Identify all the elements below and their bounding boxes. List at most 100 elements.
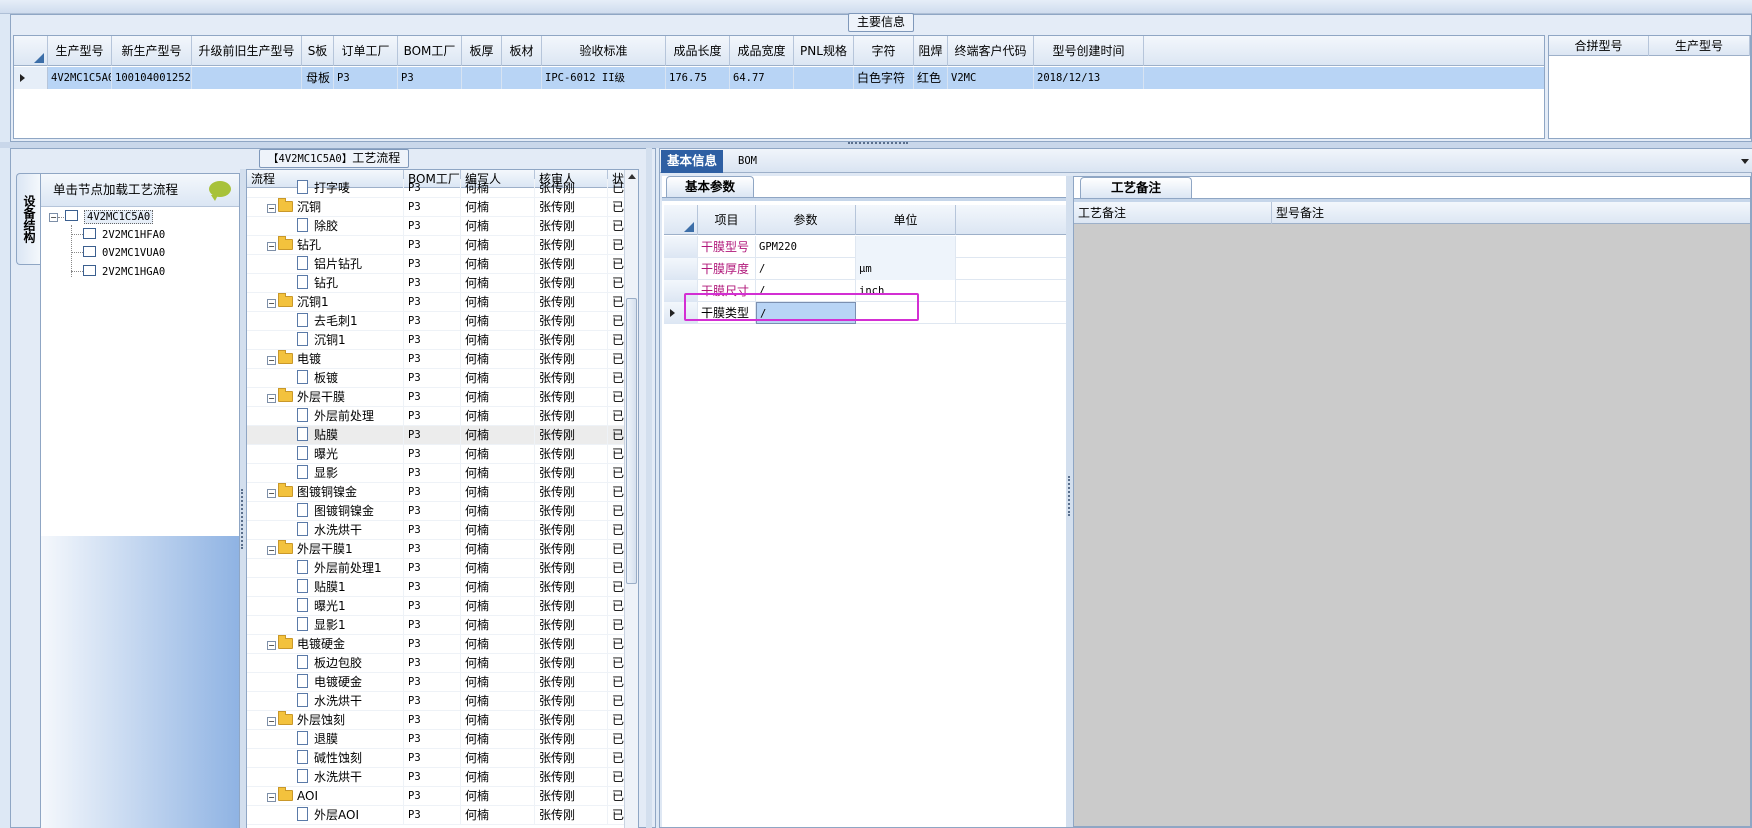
flow-bom-cell[interactable]: P3 [404, 217, 461, 236]
cell[interactable]: 4V2MC1C5A0 [48, 67, 112, 89]
flow-reviewer-cell[interactable]: 张传刚 [535, 559, 608, 578]
collapse-icon[interactable]: − [267, 546, 276, 555]
flow-name-cell[interactable]: 铝片钻孔 [247, 255, 404, 274]
collapse-icon[interactable]: − [267, 793, 276, 802]
flow-writer-cell[interactable]: 何楠 [461, 217, 535, 236]
flow-reviewer-cell[interactable]: 张传刚 [535, 787, 608, 806]
flow-row[interactable]: 去毛刺1P3何楠张传刚已审核 [247, 312, 638, 331]
col-header[interactable]: 订单工厂 [334, 36, 398, 66]
flow-bom-cell[interactable]: P3 [404, 635, 461, 654]
flow-row[interactable]: −电镀硬金P3何楠张传刚已审核 [247, 635, 638, 654]
flow-bom-cell[interactable]: P3 [404, 521, 461, 540]
flow-writer-cell[interactable]: 何楠 [461, 749, 535, 768]
flow-row[interactable]: 显影1P3何楠张传刚已审核 [247, 616, 638, 635]
flow-name-cell[interactable]: 打字唛 [247, 179, 404, 198]
flow-bom-cell[interactable]: P3 [404, 768, 461, 787]
flow-name-cell[interactable]: 显影 [247, 464, 404, 483]
flow-writer-cell[interactable]: 何楠 [461, 654, 535, 673]
checkbox-icon[interactable] [83, 246, 96, 257]
flow-writer-cell[interactable]: 何楠 [461, 521, 535, 540]
col-header[interactable]: 生产型号 [1649, 36, 1750, 56]
param-value-cell[interactable]: / [756, 258, 856, 280]
main-info-grid[interactable]: 生产型号 新生产型号 升级前旧生产型号 S板 订单工厂 BOM工厂 板厚 板材 … [13, 35, 1545, 139]
collapse-icon[interactable]: − [267, 641, 276, 650]
tree-node[interactable]: 2V2MC1HFA0 [83, 227, 165, 244]
flow-reviewer-cell[interactable]: 张传刚 [535, 768, 608, 787]
flow-writer-cell[interactable]: 何楠 [461, 407, 535, 426]
flow-reviewer-cell[interactable]: 张传刚 [535, 217, 608, 236]
flow-name-cell[interactable]: 贴膜1 [247, 578, 404, 597]
vertical-scrollbar[interactable] [624, 170, 638, 828]
flow-bom-cell[interactable]: P3 [404, 578, 461, 597]
flow-bom-cell[interactable]: P3 [404, 445, 461, 464]
flow-row[interactable]: 外层AOIP3何楠张传刚已审核 [247, 806, 638, 825]
collapse-icon[interactable]: − [267, 204, 276, 213]
flow-name-cell[interactable]: 水洗烘干 [247, 521, 404, 540]
flow-bom-cell[interactable]: P3 [404, 616, 461, 635]
flow-writer-cell[interactable]: 何楠 [461, 388, 535, 407]
tree-node-root[interactable]: 4V2MC1C5A0 [65, 209, 154, 226]
flow-bom-cell[interactable]: P3 [404, 749, 461, 768]
tab-bom[interactable]: BOM [738, 150, 757, 173]
flow-reviewer-cell[interactable]: 张传刚 [535, 521, 608, 540]
cell[interactable] [462, 67, 502, 89]
cell[interactable]: 10010400125299 [112, 67, 192, 89]
row-indicator[interactable] [14, 67, 48, 89]
flow-bom-cell[interactable]: P3 [404, 540, 461, 559]
flow-writer-cell[interactable]: 何楠 [461, 445, 535, 464]
tree-node[interactable]: 2V2MC1HGA0 [83, 264, 165, 281]
col-header[interactable]: 型号创建时间 [1034, 36, 1144, 66]
flow-writer-cell[interactable]: 何楠 [461, 426, 535, 445]
flow-reviewer-cell[interactable]: 张传刚 [535, 255, 608, 274]
flow-row[interactable]: 钻孔P3何楠张传刚已审核 [247, 274, 638, 293]
param-item-cell[interactable]: 干膜厚度 [698, 258, 756, 280]
flow-name-cell[interactable]: 曝光1 [247, 597, 404, 616]
flow-writer-cell[interactable]: 何楠 [461, 483, 535, 502]
collapse-icon[interactable]: − [267, 299, 276, 308]
col-header[interactable]: 阻焊 [914, 36, 948, 66]
flow-row[interactable]: 沉铜1P3何楠张传刚已审核 [247, 331, 638, 350]
flow-name-cell[interactable]: − 图镀铜镍金 [247, 483, 404, 502]
flow-row[interactable]: 退膜P3何楠张传刚已审核 [247, 730, 638, 749]
flow-reviewer-cell[interactable]: 张传刚 [535, 730, 608, 749]
flow-row[interactable]: 曝光1P3何楠张传刚已审核 [247, 597, 638, 616]
flow-writer-cell[interactable]: 何楠 [461, 673, 535, 692]
flow-reviewer-cell[interactable]: 张传刚 [535, 464, 608, 483]
cell[interactable] [502, 67, 542, 89]
col-header[interactable]: 单位 [856, 205, 956, 235]
dropdown-arrow-icon[interactable] [1741, 159, 1749, 164]
model-tree[interactable]: − 4V2MC1C5A0 2V2MC1HFA0 0V2MC1VUA0 2V2MC… [41, 206, 239, 536]
flow-row[interactable]: 碱性蚀刻P3何楠张传刚已审核 [247, 749, 638, 768]
cell[interactable]: V2MC [948, 67, 1034, 89]
flow-writer-cell[interactable]: 何楠 [461, 293, 535, 312]
col-header[interactable]: 终端客户代码 [948, 36, 1034, 66]
flow-row[interactable]: −沉铜1P3何楠张传刚已审核 [247, 293, 638, 312]
flow-reviewer-cell[interactable]: 张传刚 [535, 407, 608, 426]
flow-writer-cell[interactable]: 何楠 [461, 540, 535, 559]
table-row[interactable]: 4V2MC1C5A0 10010400125299 母板 P3 P3 IPC-6… [14, 67, 1544, 89]
flow-reviewer-cell[interactable]: 张传刚 [535, 331, 608, 350]
flow-name-cell[interactable]: 板镀 [247, 369, 404, 388]
flow-row[interactable]: −钻孔P3何楠张传刚已审核 [247, 236, 638, 255]
flow-bom-cell[interactable]: P3 [404, 654, 461, 673]
flow-reviewer-cell[interactable]: 张传刚 [535, 635, 608, 654]
cell[interactable]: P3 [398, 67, 462, 89]
cell[interactable]: 64.77 [730, 67, 794, 89]
flow-row[interactable]: 水洗烘干P3何楠张传刚已审核 [247, 768, 638, 787]
flow-name-cell[interactable]: 钻孔 [247, 274, 404, 293]
col-header[interactable]: PNL规格 [794, 36, 854, 66]
flow-name-cell[interactable]: − 沉铜1 [247, 293, 404, 312]
row-indicator[interactable] [664, 258, 698, 280]
flow-writer-cell[interactable]: 何楠 [461, 692, 535, 711]
flow-name-cell[interactable]: − AOI [247, 787, 404, 806]
flow-writer-cell[interactable]: 何楠 [461, 730, 535, 749]
flow-name-cell[interactable]: 外层AOI [247, 806, 404, 825]
col-header[interactable]: 字符 [854, 36, 914, 66]
flow-writer-cell[interactable]: 何楠 [461, 597, 535, 616]
flow-reviewer-cell[interactable]: 张传刚 [535, 654, 608, 673]
flow-reviewer-cell[interactable]: 张传刚 [535, 616, 608, 635]
flow-reviewer-cell[interactable]: 张传刚 [535, 388, 608, 407]
flow-row[interactable]: −AOIP3何楠张传刚已审核 [247, 787, 638, 806]
flow-row[interactable]: 显影P3何楠张传刚已审核 [247, 464, 638, 483]
col-header[interactable]: 合拼型号 [1549, 36, 1649, 56]
